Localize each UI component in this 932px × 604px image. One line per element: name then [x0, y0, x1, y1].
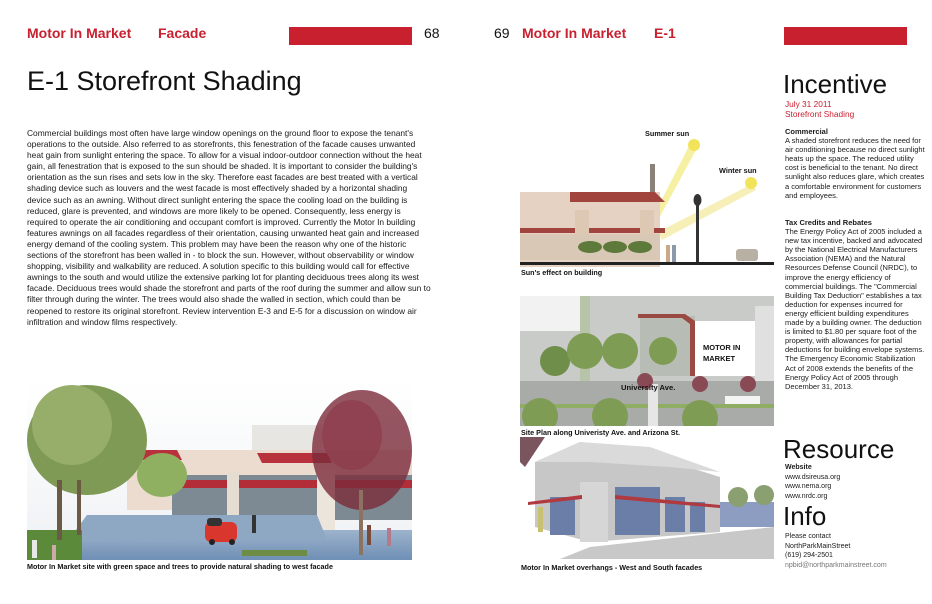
sun-diagram	[520, 122, 774, 268]
incentive-date: July 31 2011	[785, 99, 832, 109]
tax-text: The Energy Policy Act of 2005 included a…	[785, 227, 925, 391]
commercial-text: A shaded storefront reduces the need for…	[785, 136, 925, 200]
overhangs-caption: Motor In Market overhangs - West and Sou…	[521, 563, 703, 572]
building-label: MOTOR IN MARKET	[703, 343, 741, 363]
info-line: NorthParkMainStreet	[785, 542, 851, 550]
resource-section: Website www.dsireusa.org www.nema.org ww…	[785, 463, 930, 501]
header-project-right: Motor In Market	[522, 25, 627, 41]
header-project: Motor In Market	[27, 25, 132, 41]
winter-sun-label: Winter sun	[719, 166, 757, 175]
overhangs-rendering	[520, 437, 774, 559]
info-line: Please contact	[785, 533, 831, 540]
info-heading: Info	[783, 501, 827, 531]
tax-title: Tax Credits and Rebates	[785, 218, 872, 227]
page-number-right: 69	[494, 25, 510, 41]
website-title: Website	[785, 464, 812, 471]
summer-sun-label: Summer sun	[645, 129, 690, 138]
resource-link[interactable]: www.dsireusa.org	[785, 473, 930, 483]
page-title: E-1 Storefront Shading	[27, 66, 302, 96]
info-phone: (619) 294-2501	[785, 552, 833, 560]
info-email[interactable]: npbid@northparkmainstreet.com	[785, 561, 930, 571]
header-accent-bar	[289, 27, 412, 45]
incentive-heading: Incentive	[783, 69, 888, 99]
header-section-right: E-1	[654, 25, 676, 41]
street-label: University Ave.	[621, 383, 676, 392]
resource-link[interactable]: www.nrdc.org	[785, 492, 930, 502]
incentive-topic: Storefront Shading	[785, 109, 855, 119]
header-section: Facade	[158, 25, 207, 41]
commercial-section: Commercial A shaded storefront reduces t…	[785, 127, 927, 200]
page-number-left: 68	[424, 25, 440, 41]
site-rendering-photo	[27, 380, 412, 560]
resource-link[interactable]: www.nema.org	[785, 482, 930, 492]
photo-caption: Motor In Market site with green space an…	[27, 562, 333, 571]
info-section: Please contact NorthParkMainStreet (619)…	[785, 532, 930, 570]
tax-section: Tax Credits and Rebates The Energy Polic…	[785, 218, 927, 391]
commercial-title: Commercial	[785, 127, 828, 136]
body-paragraph: Commercial buildings most often have lar…	[27, 128, 431, 327]
resource-heading: Resource	[783, 434, 895, 464]
sun-diagram-caption: Sun's effect on building	[521, 268, 603, 277]
site-plan-caption: Site Plan along Univeristy Ave. and Ariz…	[521, 428, 680, 437]
header-accent-bar-right	[784, 27, 907, 45]
